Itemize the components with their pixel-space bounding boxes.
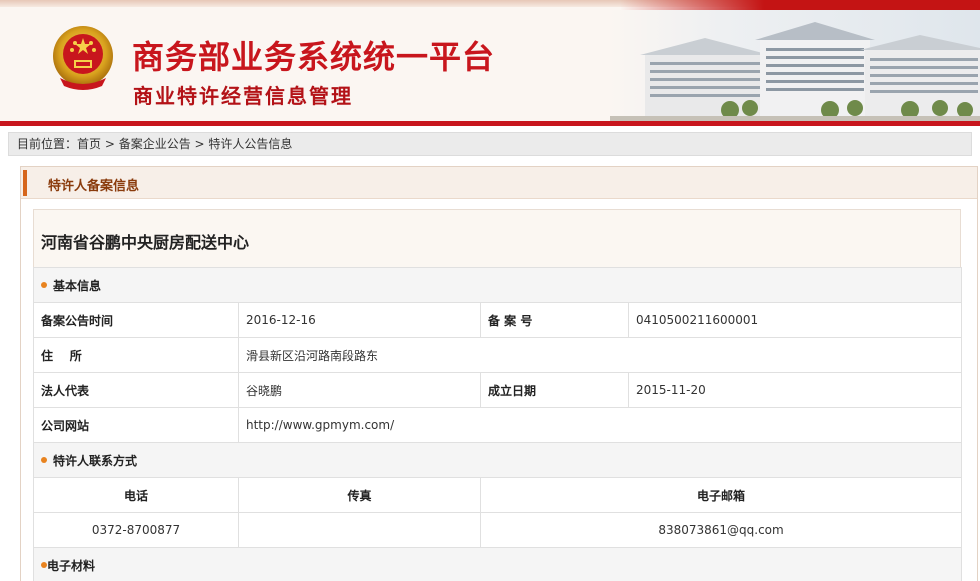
- platform-title: 商务部业务系统统一平台: [132, 38, 496, 76]
- section-contact-title: 特许人联系方式: [53, 453, 138, 468]
- section-basic: 基本信息: [32, 267, 963, 303]
- website-value: http://www.gpmym.com/: [237, 407, 963, 443]
- legal-rep-label: 法人代表: [33, 372, 239, 408]
- table-row: 公司网站 http://www.gpmym.com/: [33, 407, 963, 443]
- breadcrumb-prefix: 目前位置：: [17, 137, 78, 151]
- section-basic-title: 基本信息: [53, 278, 102, 293]
- building-banner-image: [610, 10, 980, 121]
- panel-header: 特许人备案信息: [21, 167, 977, 199]
- breadcrumb-current: 特许人公告信息: [208, 137, 293, 151]
- email-header: 电子邮箱: [479, 477, 963, 513]
- header-top-red-stripe: [620, 0, 980, 10]
- table-row: 备案公告时间 2016-12-16 备 案 号 0410500211600001: [33, 302, 963, 338]
- phone-value: 0372-8700877: [33, 512, 239, 548]
- website-label: 公司网站: [33, 407, 239, 443]
- section-contact: 特许人联系方式: [32, 442, 963, 478]
- fax-value: [238, 512, 481, 548]
- section-materials-title: 电子材料: [47, 558, 96, 573]
- franchisor-record-panel: 特许人备案信息 河南省谷鹏中央厨房配送中心 基本信息 备案公告时间 2016-1…: [20, 166, 978, 581]
- breadcrumb: 目前位置：首页 > 备案企业公告 > 特许人公告信息: [8, 132, 972, 156]
- bullet-dot-icon: [41, 282, 47, 288]
- fax-header: 传真: [238, 477, 481, 513]
- section-row-materials: 电子材料: [32, 547, 963, 581]
- platform-subtitle: 商业特许经营信息管理: [133, 84, 353, 108]
- breadcrumb-separator: >: [190, 137, 209, 151]
- legal-rep-value: 谷晓鹏: [238, 372, 481, 408]
- record-no-label: 备 案 号: [480, 302, 629, 338]
- email-value: 838073861@qq.com: [479, 512, 963, 548]
- company-name: 河南省谷鹏中央厨房配送中心: [41, 233, 250, 252]
- founded-value: 2015-11-20: [627, 372, 963, 408]
- phone-header: 电话: [33, 477, 239, 513]
- section-row-contact: 特许人联系方式: [32, 442, 963, 478]
- panel-header-accent: [23, 170, 27, 196]
- address-value: 滑县新区沿河路南段路东: [237, 337, 963, 373]
- bullet-dot-icon: [41, 457, 47, 463]
- section-row-basic: 基本信息: [32, 267, 963, 303]
- company-name-box: 河南省谷鹏中央厨房配送中心: [33, 209, 961, 267]
- announce-time-label: 备案公告时间: [33, 302, 239, 338]
- record-no-value: 0410500211600001: [627, 302, 963, 338]
- breadcrumb-announcements-link[interactable]: 备案企业公告: [119, 137, 191, 151]
- breadcrumb-separator: >: [101, 137, 119, 151]
- national-emblem-icon: [53, 26, 113, 90]
- site-header: 商务部业务系统统一平台 商业特许经营信息管理: [0, 0, 980, 126]
- record-info-table: 基本信息 备案公告时间 2016-12-16 备 案 号 04105002116…: [32, 267, 963, 581]
- breadcrumb-home-link[interactable]: 首页: [77, 137, 101, 151]
- bullet-dot-icon: [41, 562, 47, 568]
- table-row: 法人代表 谷晓鹏 成立日期 2015-11-20: [33, 372, 963, 408]
- header-red-bar: [0, 121, 980, 126]
- address-label: 住 所: [33, 337, 239, 373]
- announce-time-value: 2016-12-16: [238, 302, 481, 338]
- panel-title: 特许人备案信息: [48, 179, 140, 194]
- table-row: 住 所 滑县新区沿河路南段路东: [33, 337, 963, 373]
- founded-label: 成立日期: [480, 372, 629, 408]
- contact-header-row: 电话 传真 电子邮箱: [33, 477, 963, 513]
- contact-value-row: 0372-8700877 838073861@qq.com: [33, 512, 963, 548]
- section-materials: 电子材料: [32, 547, 963, 581]
